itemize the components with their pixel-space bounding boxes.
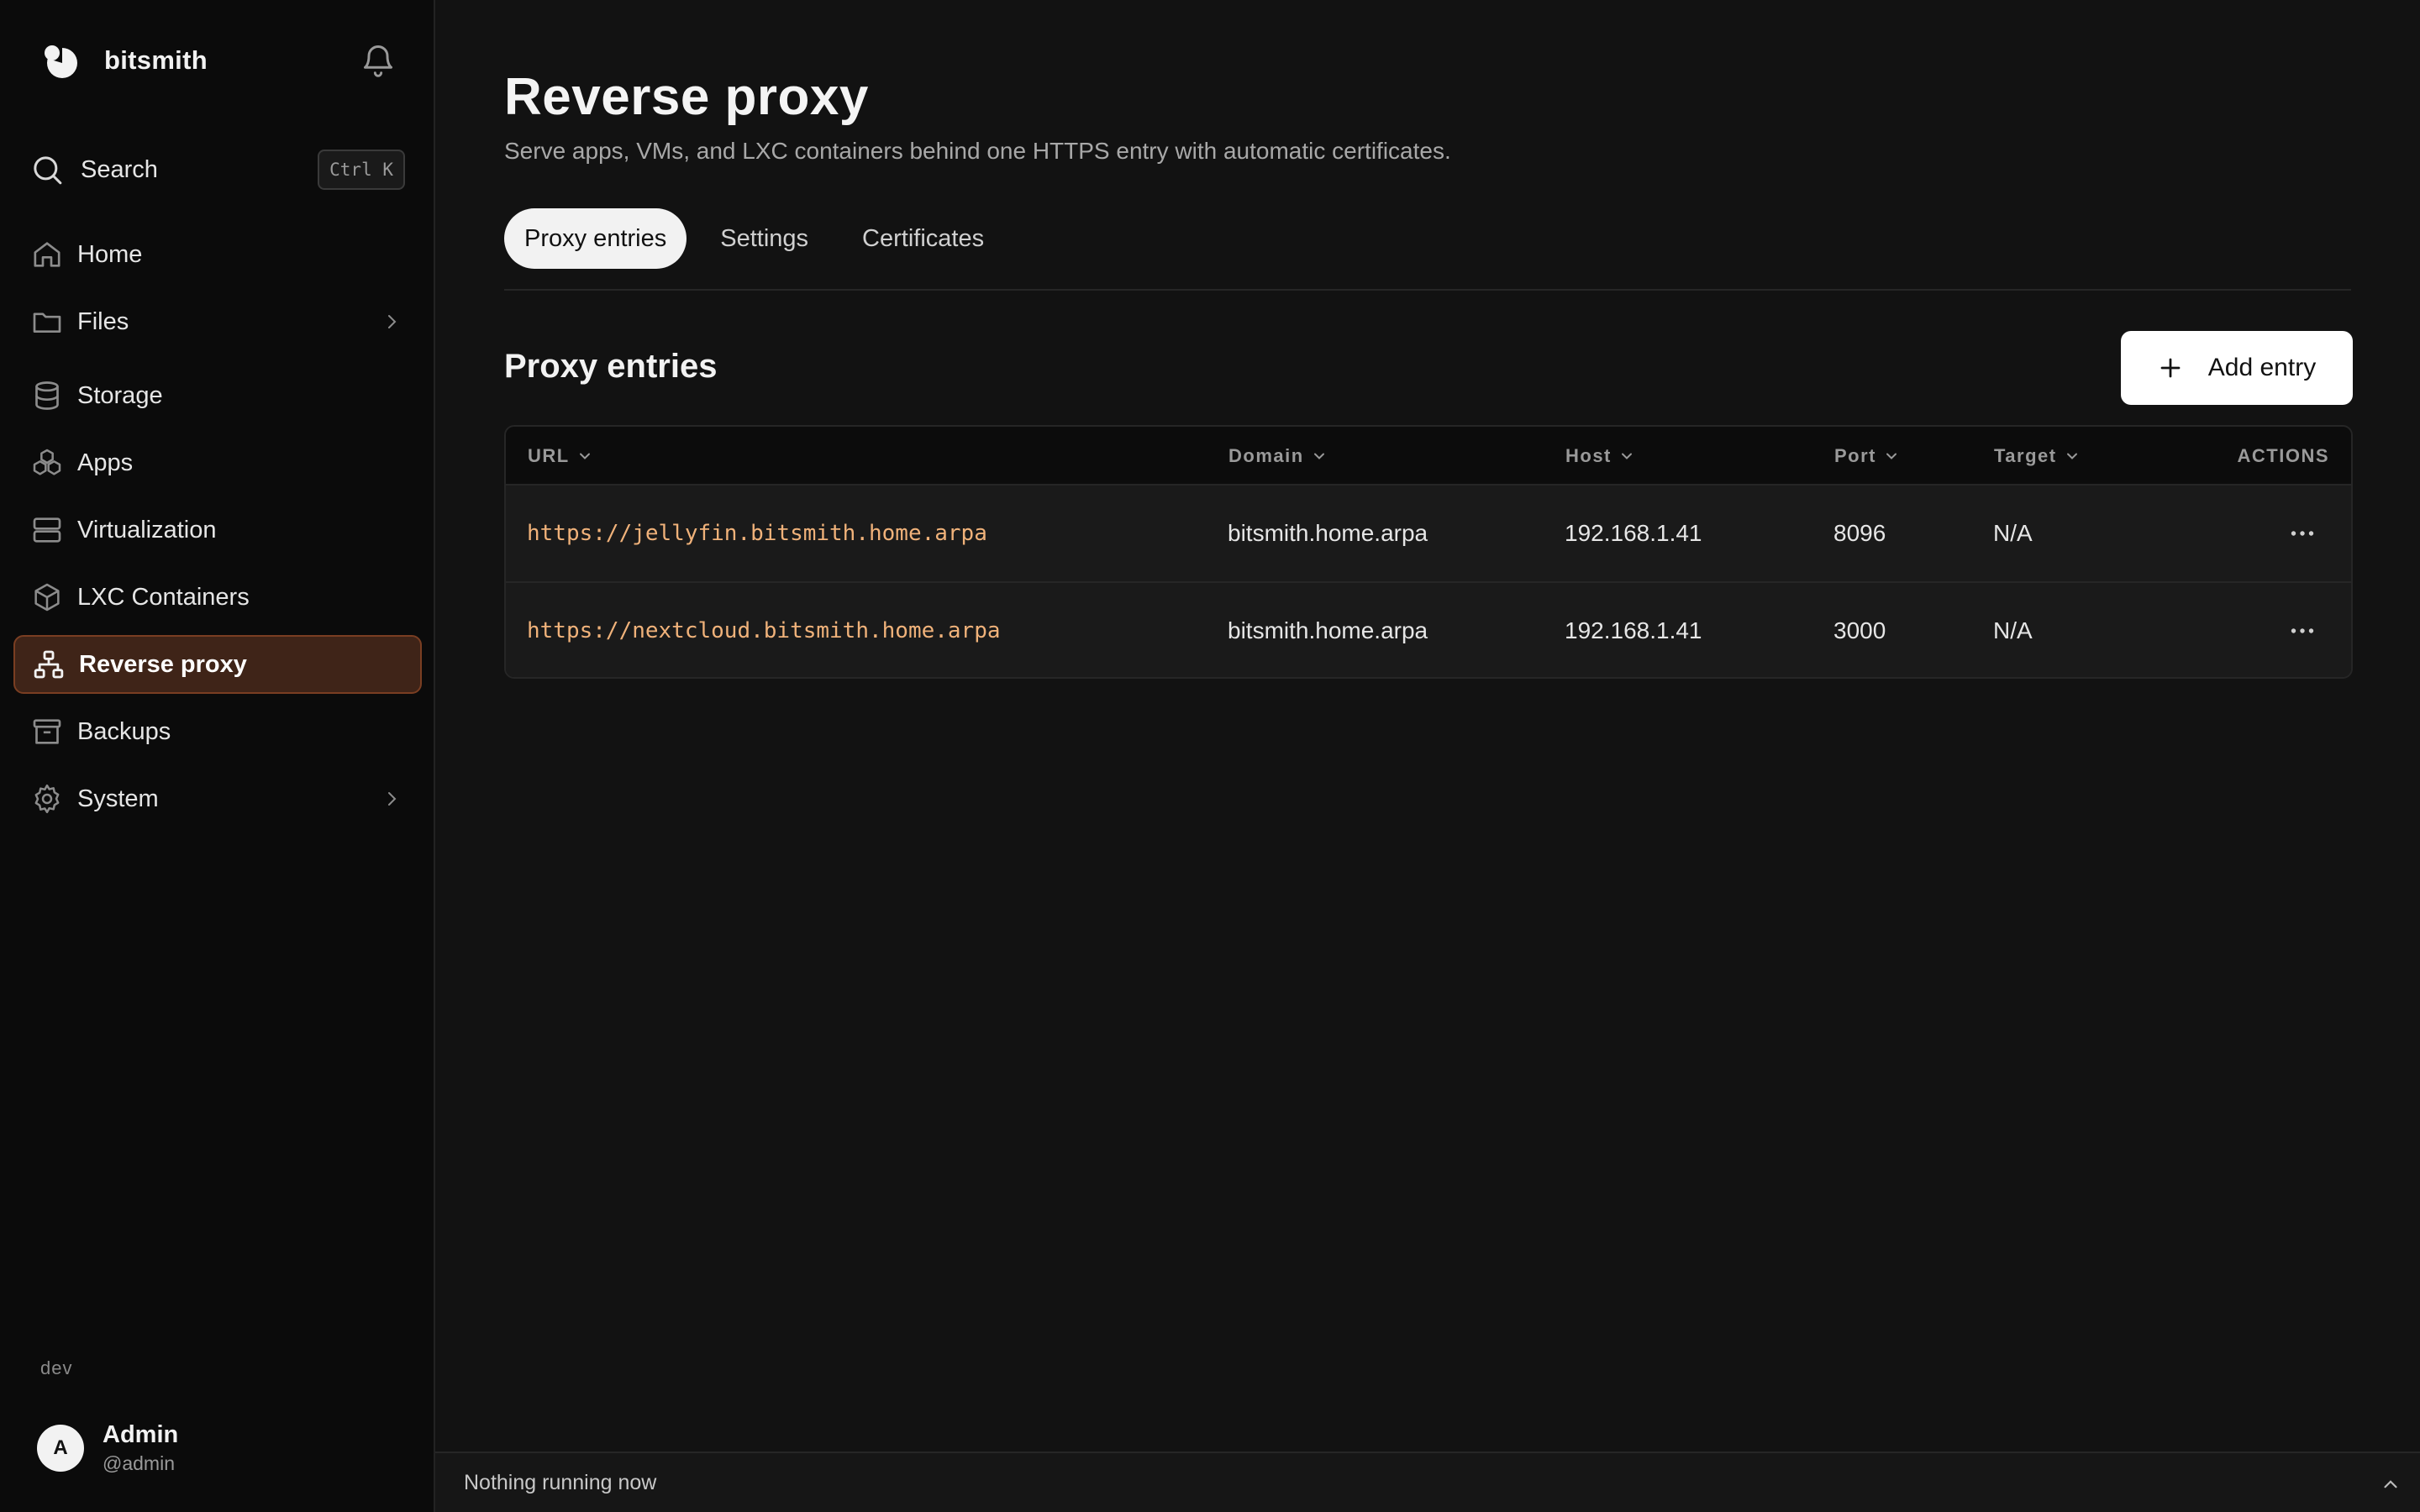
cell-host: 192.168.1.41: [1565, 617, 1702, 643]
search-shortcut: Ctrl K: [318, 150, 405, 190]
add-entry-label: Add entry: [2207, 354, 2317, 381]
gear-icon: [34, 784, 60, 814]
column-header-domain[interactable]: Domain: [1228, 427, 1328, 486]
tabs-divider: [504, 289, 2351, 291]
table-row[interactable]: https://jellyfin.bitsmith.home.arpa bits…: [506, 486, 2351, 581]
column-header-url[interactable]: URL: [528, 427, 593, 486]
chevron-down-icon: [1621, 453, 1632, 459]
sidebar-item-label: Home: [77, 240, 143, 268]
chevron-right-icon: [388, 792, 397, 806]
sidebar: bitsmith Search Ctrl K Home Files Storag…: [0, 0, 435, 1512]
tab-certificates[interactable]: Certificates: [842, 208, 1004, 269]
cell-host: 192.168.1.41: [1565, 520, 1702, 546]
container-icon: [34, 583, 60, 612]
sidebar-item-files[interactable]: Files: [13, 292, 422, 351]
home-icon: [34, 242, 60, 267]
column-header-label: Host: [1565, 445, 1612, 466]
proxy-entries-table: URL Domain Host Port Target ACTIONS http…: [504, 425, 2353, 679]
sidebar-item-label: Files: [77, 307, 129, 335]
sidebar-item-backups[interactable]: Backups: [13, 702, 422, 761]
chevron-down-icon: [2066, 453, 2077, 459]
user-name: Admin: [103, 1421, 179, 1448]
cell-domain: bitsmith.home.arpa: [1228, 617, 1428, 643]
column-header-label: Port: [1834, 445, 1876, 466]
page-title: Reverse proxy: [504, 68, 869, 126]
tab-settings[interactable]: Settings: [700, 208, 829, 269]
sidebar-item-label: Apps: [77, 449, 134, 476]
sidebar-item-apps[interactable]: Apps: [13, 433, 422, 492]
column-header-label: URL: [528, 445, 570, 466]
sidebar-item-label: Virtualization: [77, 516, 217, 543]
user-profile[interactable]: A Admin @admin: [37, 1421, 178, 1475]
main-content: Reverse proxy Serve apps, VMs, and LXC c…: [435, 0, 2420, 1512]
table-row[interactable]: https://nextcloud.bitsmith.home.arpa bit…: [506, 581, 2351, 677]
sidebar-item-storage[interactable]: Storage: [13, 366, 422, 425]
database-icon: [35, 381, 59, 410]
apps-icon: [33, 449, 61, 475]
network-icon: [34, 650, 64, 679]
sidebar-item-label: LXC Containers: [77, 583, 250, 611]
chevron-up-icon[interactable]: [2380, 1473, 2402, 1495]
app-root: bitsmith Search Ctrl K Home Files Storag…: [0, 0, 2420, 1512]
user-text: Admin @admin: [103, 1421, 178, 1475]
column-header-port[interactable]: Port: [1834, 427, 1900, 486]
sidebar-item-reverse-proxy[interactable]: Reverse proxy: [13, 635, 422, 694]
section-title: Proxy entries: [504, 348, 718, 385]
cell-url[interactable]: https://jellyfin.bitsmith.home.arpa: [527, 486, 987, 581]
brand-logo-icon: [45, 45, 77, 78]
sidebar-item-label: Storage: [77, 381, 163, 409]
tab-bar: Proxy entries Settings Certificates: [504, 208, 1018, 269]
status-text: Nothing running now: [464, 1470, 657, 1494]
archive-icon: [33, 719, 61, 744]
cell-target: N/A: [1993, 520, 2033, 546]
brand[interactable]: bitsmith: [37, 37, 208, 84]
cell-port: 8096: [1833, 520, 1886, 546]
table-header: URL Domain Host Port Target ACTIONS: [506, 427, 2351, 486]
column-header-target[interactable]: Target: [1994, 427, 2081, 486]
column-header-label: Domain: [1228, 445, 1304, 466]
cell-domain: bitsmith.home.arpa: [1228, 520, 1428, 546]
environment-label: dev: [40, 1357, 73, 1378]
chevron-down-icon: [579, 453, 590, 459]
user-handle: @admin: [103, 1452, 175, 1474]
chevron-down-icon: [1313, 453, 1324, 459]
add-entry-button[interactable]: Add entry: [2121, 331, 2353, 405]
search-label: Search: [81, 155, 158, 183]
sidebar-item-home[interactable]: Home: [13, 225, 422, 284]
page-subtitle: Serve apps, VMs, and LXC containers behi…: [504, 138, 1451, 164]
cell-target: N/A: [1993, 617, 2033, 643]
column-header-label: Target: [1994, 445, 2057, 466]
cell-port: 3000: [1833, 617, 1886, 643]
server-icon: [33, 517, 61, 543]
cell-url[interactable]: https://nextcloud.bitsmith.home.arpa: [527, 583, 1001, 677]
brand-name: bitsmith: [104, 45, 208, 75]
sidebar-item-lxc-containers[interactable]: LXC Containers: [13, 568, 422, 627]
avatar: A: [37, 1425, 84, 1472]
folder-icon: [33, 312, 61, 333]
chevron-right-icon: [388, 315, 397, 328]
sidebar-item-system[interactable]: System: [13, 769, 422, 828]
sidebar-item-label: Backups: [77, 717, 171, 745]
sidebar-item-virtualization[interactable]: Virtualization: [13, 501, 422, 559]
tab-proxy-entries[interactable]: Proxy entries: [504, 208, 687, 269]
column-header-actions: ACTIONS: [2237, 445, 2329, 466]
more-horizontal-icon[interactable]: [2287, 518, 2317, 549]
column-header-host[interactable]: Host: [1565, 427, 1635, 486]
more-horizontal-icon[interactable]: [2287, 616, 2317, 646]
status-bar[interactable]: Nothing running now: [435, 1452, 2420, 1512]
search-icon: [34, 156, 62, 185]
sidebar-item-label: System: [77, 785, 159, 812]
bell-icon[interactable]: [360, 42, 397, 79]
search-button[interactable]: Search Ctrl K: [30, 146, 405, 193]
chevron-down-icon: [1886, 453, 1897, 459]
sidebar-item-label: Reverse proxy: [79, 650, 247, 678]
plus-icon: [2160, 358, 2181, 378]
